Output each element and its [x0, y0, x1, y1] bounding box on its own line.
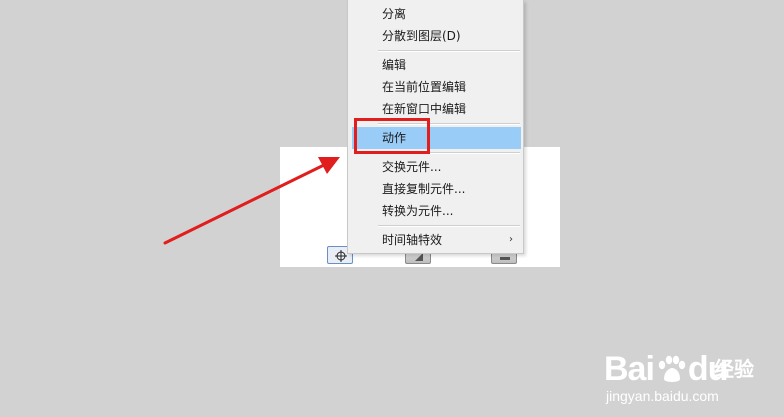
paw-icon: [658, 355, 686, 382]
watermark-product: 经验: [714, 357, 754, 381]
watermark-logo: Bai du: [604, 350, 728, 388]
baidu-jingyan-watermark: Bai du 经验 jingyan.baidu.com: [604, 350, 774, 410]
watermark-brand: Bai: [604, 350, 655, 388]
watermark-url: jingyan.baidu.com: [606, 388, 719, 404]
